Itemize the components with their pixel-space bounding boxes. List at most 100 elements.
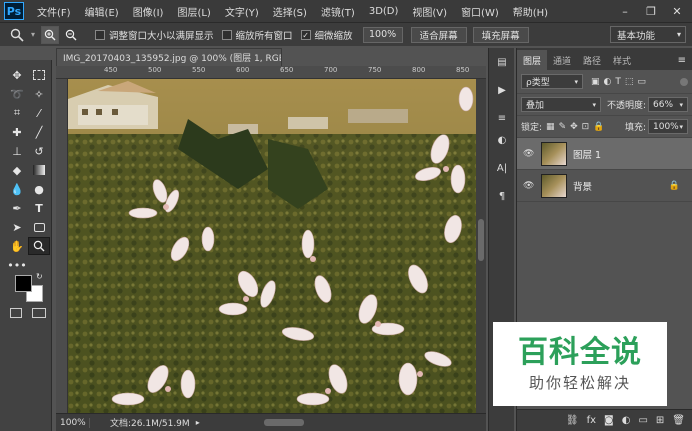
scrubby-zoom-checkbox[interactable]: ✓ 细微缩放 xyxy=(300,28,353,42)
move-tool-icon[interactable]: ✥ xyxy=(6,66,28,84)
clone-stamp-tool-icon[interactable]: ⊥ xyxy=(6,142,28,160)
brush-tool-icon[interactable]: ╱ xyxy=(28,123,50,141)
new-layer-icon[interactable]: ⊞ xyxy=(656,415,664,426)
menu-layer[interactable]: 图层(L) xyxy=(170,4,217,19)
actions-panel-icon[interactable]: ▶ xyxy=(493,82,511,98)
crop-tool-icon[interactable]: ⌗ xyxy=(6,104,28,122)
zoom-level[interactable]: 100% xyxy=(56,417,90,428)
resize-windows-checkbox[interactable]: 调整窗口大小以满屏显示 xyxy=(95,28,214,42)
quick-mask-icon[interactable] xyxy=(10,308,22,318)
menu-3d[interactable]: 3D(D) xyxy=(362,6,406,17)
filter-pixel-icon[interactable]: ▣ xyxy=(591,77,600,87)
layer-row-layer-1[interactable]: 👁 图层 1 xyxy=(517,138,692,170)
layer-name: 背景 xyxy=(573,181,593,193)
menu-type[interactable]: 文字(Y) xyxy=(218,4,266,19)
eraser-tool-icon[interactable]: ◆ xyxy=(6,161,28,179)
new-group-icon[interactable]: ▭ xyxy=(638,415,647,426)
screen-mode-icon[interactable] xyxy=(32,308,46,318)
add-mask-icon[interactable]: ◙ xyxy=(604,415,614,426)
watermark-title: 百科全说 xyxy=(518,334,642,370)
spot-healing-tool-icon[interactable]: ✚ xyxy=(6,123,28,141)
lock-artboard-icon[interactable]: ⊡ xyxy=(582,122,590,132)
opacity-field[interactable]: 66% ▾ xyxy=(648,97,688,112)
gradient-tool-icon[interactable] xyxy=(28,161,50,179)
tab-styles[interactable]: 样式 xyxy=(607,50,637,70)
preset-chevron-icon[interactable]: ▾ xyxy=(31,30,35,39)
menu-file[interactable]: 文件(F) xyxy=(30,4,78,19)
zoom-tool-icon[interactable] xyxy=(28,237,50,255)
pen-tool-icon[interactable]: ✒ xyxy=(6,199,28,217)
link-layers-icon[interactable]: ⛓ xyxy=(566,415,579,426)
rectangle-tool-icon[interactable] xyxy=(28,218,50,236)
menu-edit[interactable]: 编辑(E) xyxy=(78,4,126,19)
fit-screen-button[interactable]: 适合屏幕 xyxy=(410,26,467,43)
canvas-vertical-scrollbar[interactable] xyxy=(476,79,486,413)
blend-mode-select[interactable]: 叠加 ▾ xyxy=(521,97,601,112)
adjustment-layer-icon[interactable]: ◐ xyxy=(622,415,631,426)
filter-smart-object-icon[interactable]: ▭ xyxy=(637,77,646,87)
image-canvas[interactable] xyxy=(68,79,476,413)
properties-panel-icon[interactable]: ≡ xyxy=(493,110,511,126)
history-brush-tool-icon[interactable]: ↺ xyxy=(28,142,50,160)
document-tab[interactable]: IMG_20170403_135952.jpg @ 100% (图层 1, RG… xyxy=(56,48,282,66)
lasso-tool-icon[interactable]: ➰ xyxy=(6,85,28,103)
menu-filter[interactable]: 滤镜(T) xyxy=(314,4,362,19)
zoom-in-icon[interactable] xyxy=(41,25,60,44)
fill-field[interactable]: 100% ▾ xyxy=(648,119,688,134)
ruler-mark: 750 xyxy=(368,66,382,74)
foreground-color-swatch[interactable] xyxy=(15,275,32,292)
paragraph-panel-icon[interactable]: ¶ xyxy=(493,188,511,204)
opacity-value: 66% xyxy=(653,99,674,110)
blur-tool-icon[interactable]: 💧 xyxy=(6,180,28,198)
lock-all-icon[interactable]: 🔒 xyxy=(593,122,604,132)
workspace-switcher[interactable]: 基本功能 ▾ xyxy=(610,26,686,43)
dodge-tool-icon[interactable]: ● xyxy=(28,180,50,198)
menu-image[interactable]: 图像(I) xyxy=(126,4,171,19)
lock-pixels-icon[interactable]: ✎ xyxy=(559,122,567,132)
eyedropper-tool-icon[interactable]: ⁄ xyxy=(28,104,50,122)
path-selection-tool-icon[interactable]: ➤ xyxy=(6,218,28,236)
layer-kind-filter[interactable]: ρ类型 ▾ xyxy=(521,74,583,89)
menu-select[interactable]: 选择(S) xyxy=(266,4,314,19)
tab-channels[interactable]: 通道 xyxy=(547,50,577,70)
filter-shape-icon[interactable]: ⬚ xyxy=(625,77,634,87)
delete-layer-icon[interactable]: 🗑 xyxy=(672,415,685,426)
panel-menu-icon[interactable]: ≡ xyxy=(672,55,692,70)
ruler-mark: 450 xyxy=(104,66,118,74)
horizontal-scrollbar-thumb[interactable] xyxy=(264,419,304,426)
filter-toggle-icon[interactable] xyxy=(680,77,688,86)
filter-adjustment-icon[interactable]: ◐ xyxy=(604,77,612,87)
zoom-all-windows-checkbox[interactable]: 缩放所有窗口 xyxy=(221,28,293,42)
close-button[interactable]: ✕ xyxy=(664,0,690,22)
zoom-tool-preset-icon[interactable] xyxy=(6,26,28,44)
fill-screen-button[interactable]: 填充屏幕 xyxy=(472,26,529,43)
status-arrow-icon[interactable]: ▸ xyxy=(196,418,200,427)
minimize-button[interactable]: – xyxy=(612,0,638,22)
tools-panel: ✥ ➰ ✧ ⌗ ⁄ ✚ ╱ ⊥ ↺ ◆ 💧 ● ✒ T ➤ ✋ ••• ↻ xyxy=(0,60,52,431)
filter-type-icon[interactable]: T xyxy=(615,77,621,87)
lock-transparent-icon[interactable]: ▦ xyxy=(546,122,555,132)
zoom-out-icon[interactable] xyxy=(62,26,80,44)
menu-window[interactable]: 窗口(W) xyxy=(454,4,506,19)
adjustments-panel-icon[interactable]: ◐ xyxy=(493,132,511,148)
magic-wand-tool-icon[interactable]: ✧ xyxy=(28,85,50,103)
type-tool-icon[interactable]: T xyxy=(28,199,50,217)
layer-row-background[interactable]: 👁 背景 🔒 xyxy=(517,170,692,202)
tab-paths[interactable]: 路径 xyxy=(577,50,607,70)
marquee-tool-icon[interactable] xyxy=(28,66,50,84)
menu-help[interactable]: 帮助(H) xyxy=(506,4,555,19)
scrollbar-thumb[interactable] xyxy=(478,219,484,261)
swap-colors-icon[interactable]: ↻ xyxy=(36,272,43,281)
maximize-button[interactable]: ❐ xyxy=(638,0,664,22)
more-tools-icon[interactable]: ••• xyxy=(6,256,28,274)
layer-style-icon[interactable]: fx xyxy=(587,415,596,426)
character-panel-icon[interactable]: A| xyxy=(493,160,511,176)
lock-position-icon[interactable]: ✥ xyxy=(570,122,578,132)
visibility-eye-icon[interactable]: 👁 xyxy=(523,149,537,159)
menu-view[interactable]: 视图(V) xyxy=(405,4,454,19)
history-panel-icon[interactable]: ▤ xyxy=(493,54,511,70)
visibility-eye-icon[interactable]: 👁 xyxy=(523,181,537,191)
zoom-100-button[interactable]: 100% xyxy=(362,26,403,43)
tab-layers[interactable]: 图层 xyxy=(517,50,548,70)
hand-tool-icon[interactable]: ✋ xyxy=(6,237,28,255)
